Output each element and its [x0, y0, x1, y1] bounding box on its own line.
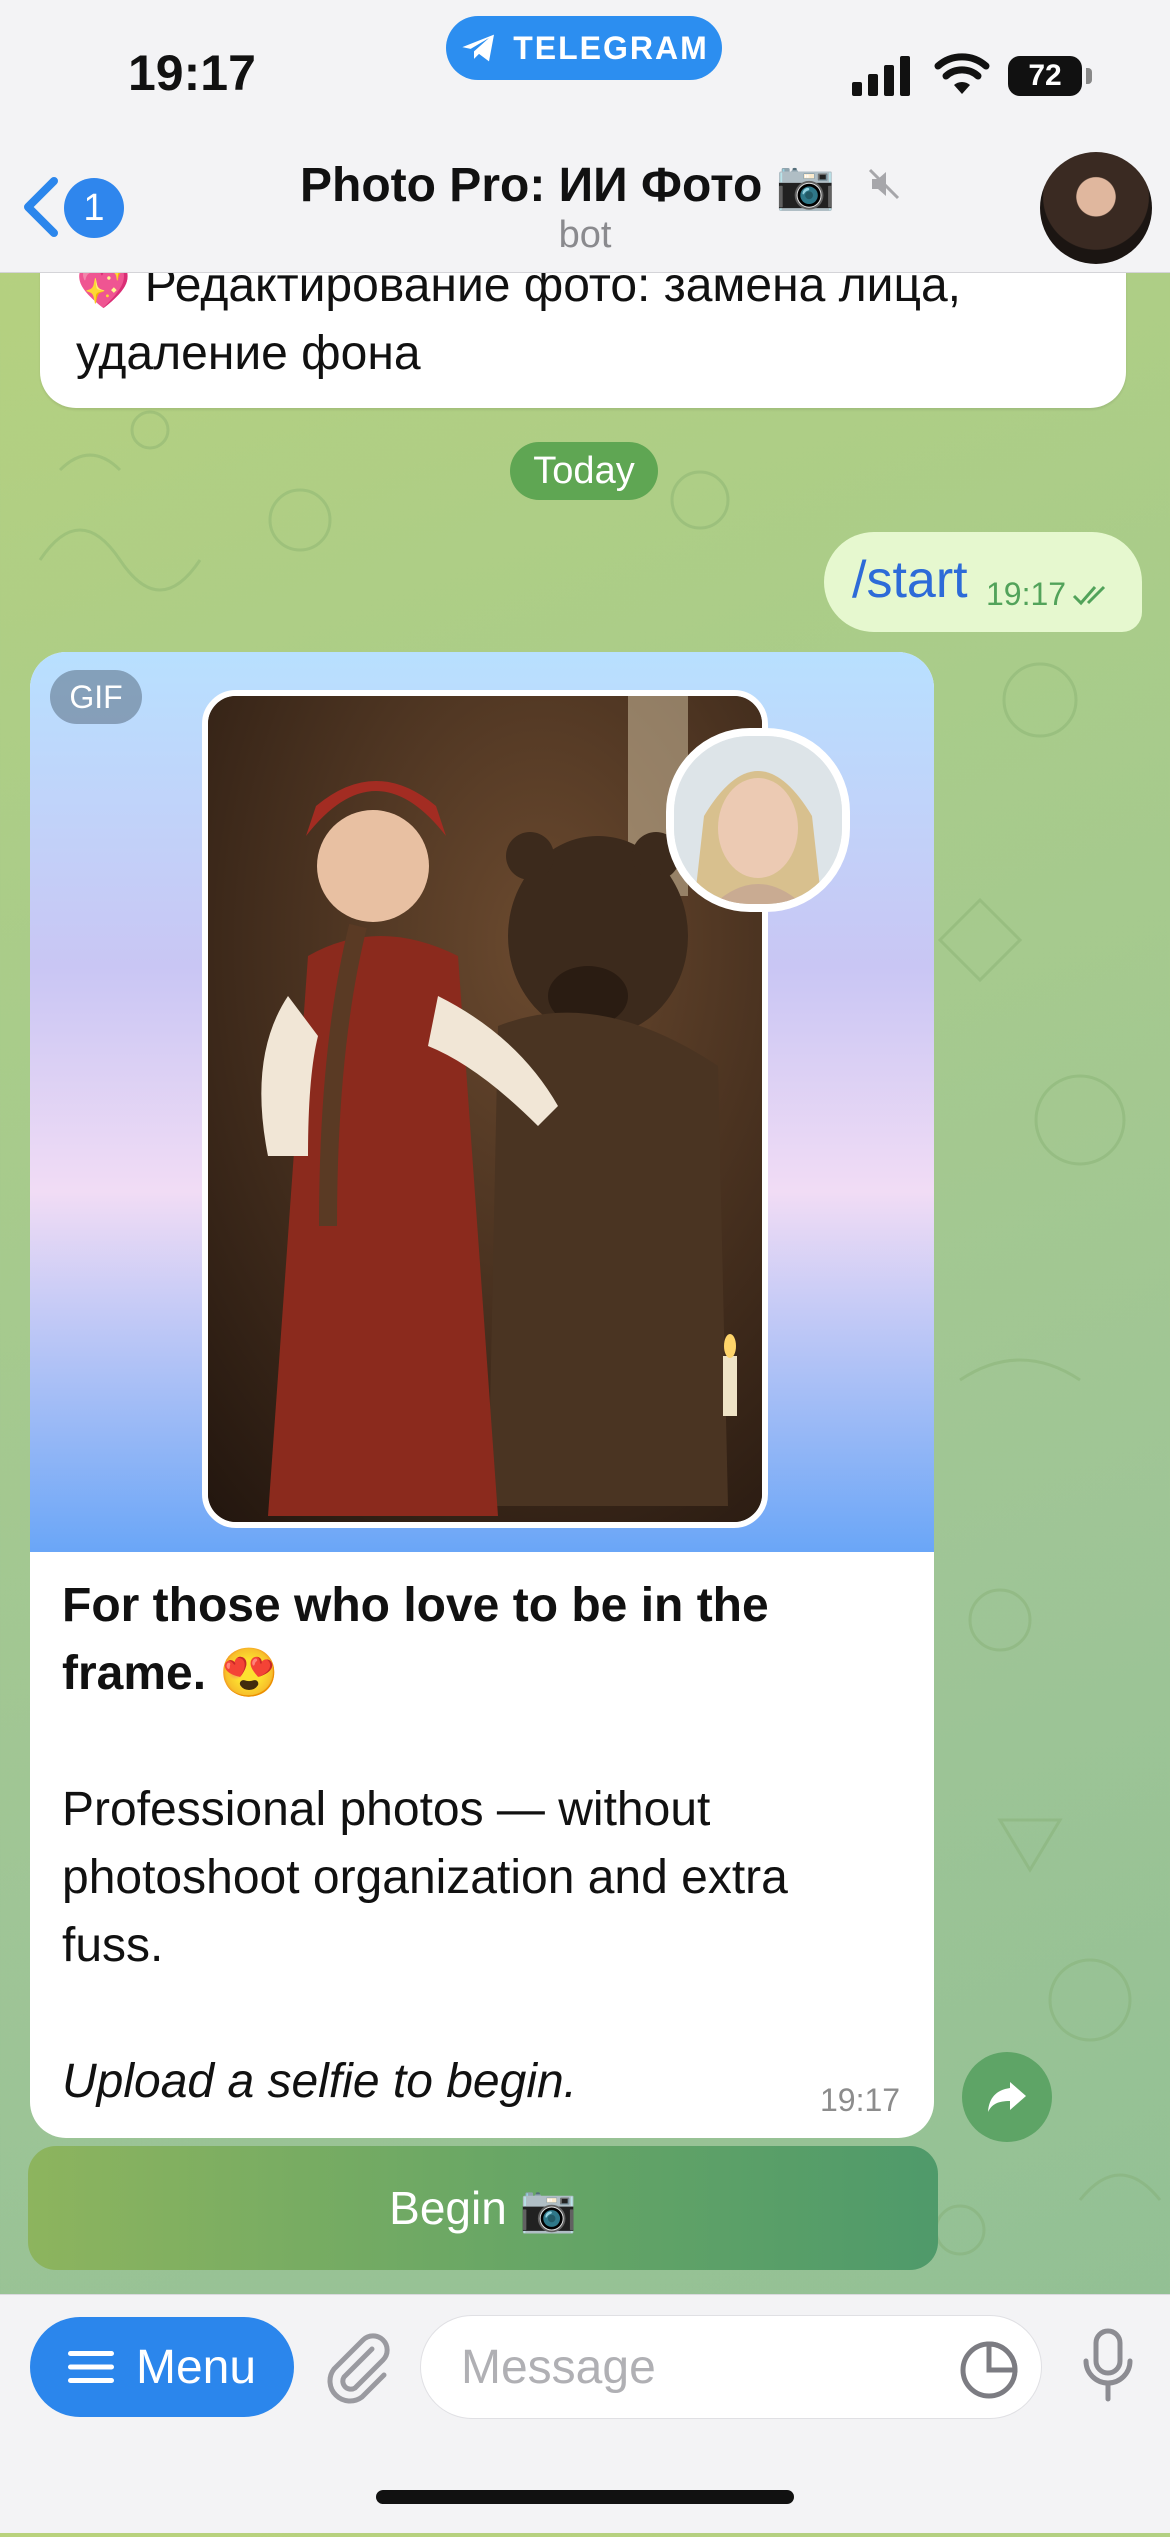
selfie-thumbnail	[666, 728, 850, 912]
battery-tip	[1086, 68, 1092, 84]
menu-button[interactable]: Menu	[30, 2317, 294, 2417]
banner-label: TELEGRAM	[513, 29, 709, 66]
telegram-plane-icon	[462, 34, 495, 62]
battery-icon: 72	[1008, 56, 1082, 96]
message-headline: For those who love to be in the frame. 😍	[62, 1579, 769, 1700]
home-indicator	[376, 2490, 794, 2504]
gif-badge: GIF	[50, 670, 142, 724]
message-input[interactable]: Message	[420, 2315, 1042, 2419]
menu-label: Menu	[135, 2340, 257, 2394]
chat-subtitle: bot	[558, 214, 612, 256]
outgoing-command[interactable]: /start	[852, 550, 968, 610]
message-text: For those who love to be in the frame. 😍…	[62, 1572, 902, 2116]
status-time: 19:17	[128, 45, 256, 101]
mute-icon	[868, 168, 900, 200]
date-separator: Today	[510, 442, 658, 500]
double-check-icon	[1073, 585, 1106, 605]
message-body: Professional photos — without photoshoot…	[62, 1783, 788, 1972]
signal-icon	[852, 56, 910, 96]
paperclip-icon[interactable]	[322, 2329, 392, 2405]
bot-message-bubble: GIF For those who love to be in the fram…	[30, 652, 934, 2138]
wifi-icon	[934, 53, 990, 94]
forward-button[interactable]	[962, 2052, 1052, 2142]
previous-line-2: удаление фона	[76, 327, 421, 380]
chat-title[interactable]: Photo Pro: ИИ Фото 📷	[300, 156, 900, 213]
begin-button[interactable]: Begin 📷	[28, 2146, 938, 2270]
message-time: 19:17	[820, 2082, 901, 2118]
microphone-icon[interactable]	[1080, 2327, 1136, 2403]
face-image	[674, 736, 842, 904]
sticker-icon[interactable]	[958, 2339, 1020, 2401]
top-bar: 19:17 TELEGRAM 72 1 Photo Pro: ИИ Фото 📷…	[0, 0, 1170, 273]
message-cta: Upload a selfie to begin.	[62, 2055, 578, 2108]
outgoing-time: 19:17	[986, 576, 1067, 612]
telegram-banner[interactable]: TELEGRAM	[446, 16, 722, 80]
bot-avatar[interactable]	[1040, 152, 1152, 264]
gif-media[interactable]: GIF	[30, 652, 934, 1552]
outgoing-message-bubble[interactable]: /start 19:17	[824, 532, 1142, 632]
hamburger-icon	[67, 2351, 114, 2383]
forward-arrow-icon	[988, 2082, 1026, 2112]
